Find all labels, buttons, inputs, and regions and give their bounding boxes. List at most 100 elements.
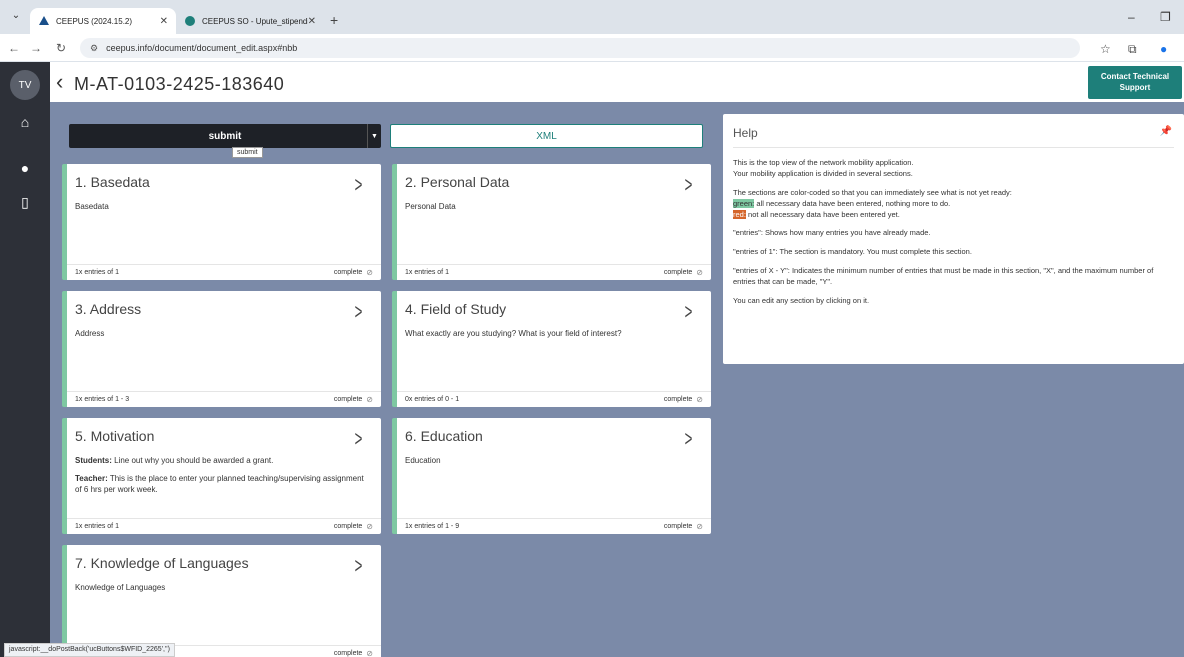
submit-label: submit: [208, 130, 242, 142]
card-title: 2. Personal Data: [405, 174, 510, 190]
user-icon[interactable]: ●: [0, 160, 50, 176]
card-description: Students: Line out why you should be awa…: [75, 455, 365, 496]
chevron-right-icon[interactable]: >: [355, 172, 363, 198]
check-circle-icon: ⊘: [696, 522, 703, 531]
section-card-motivation[interactable]: 5. Motivation > Students: Line out why y…: [62, 418, 381, 534]
app-sidebar: TV ⌂ ● ▯: [0, 62, 50, 657]
new-tab-icon[interactable]: +: [330, 12, 338, 28]
entries-count: 1x entries of 1: [405, 269, 449, 276]
minimize-icon[interactable]: –: [1128, 10, 1135, 24]
help-text: "entries of 1": The section is mandatory…: [733, 247, 972, 257]
section-card-languages[interactable]: 7. Knowledge of Languages > Knowledge of…: [62, 545, 381, 657]
help-text: "entries": Shows how many entries you ha…: [733, 228, 931, 238]
card-footer: 1x entries of 1 complete ⊘: [67, 264, 381, 280]
sharepoint-favicon-icon: [184, 15, 196, 27]
students-text: Line out why you should be awarded a gra…: [111, 456, 274, 465]
bookmark-star-icon[interactable]: ☆: [1100, 42, 1111, 56]
chevron-right-icon[interactable]: >: [355, 553, 363, 579]
help-body: This is the top view of the network mobi…: [733, 158, 1173, 315]
chevron-right-icon[interactable]: >: [355, 299, 363, 325]
entries-count: 1x entries of 1 - 3: [75, 396, 130, 403]
help-title: Help: [733, 126, 758, 140]
card-description: Personal Data: [405, 202, 456, 211]
browser-tab-ceepus[interactable]: CEEPUS (2024.15.2) ✕: [30, 8, 176, 34]
url-field[interactable]: ⚙ ceepus.info/document/document_edit.asp…: [80, 38, 1080, 58]
card-footer: 1x entries of 1 complete ⊘: [397, 264, 711, 280]
chevron-right-icon[interactable]: >: [685, 299, 693, 325]
forward-arrow-icon[interactable]: →: [30, 41, 42, 55]
site-settings-icon[interactable]: ⚙: [90, 43, 98, 54]
submit-tooltip: submit: [232, 147, 263, 158]
status-label: complete: [663, 523, 693, 530]
red-tag: red:: [733, 209, 746, 219]
contact-support-button[interactable]: Contact Technical Support: [1088, 66, 1182, 99]
ceepus-favicon-icon: [38, 15, 50, 27]
card-footer: 1x entries of 1 complete ⊘: [67, 518, 381, 534]
teacher-text: This is the place to enter your planned …: [75, 473, 364, 495]
card-description: Basedata: [75, 202, 109, 211]
chevron-right-icon[interactable]: >: [685, 172, 693, 198]
card-footer: 1x entries of 1 - 3 complete ⊘: [67, 391, 381, 407]
green-tag: green:: [733, 198, 755, 208]
help-text: not all necessary data have been entered…: [745, 209, 900, 219]
card-title: 6. Education: [405, 428, 483, 444]
chevron-right-icon[interactable]: >: [685, 426, 693, 452]
back-chevron-icon[interactable]: ‹: [56, 69, 63, 95]
status-label: complete: [663, 396, 693, 403]
card-description: Education: [405, 456, 441, 465]
chevron-right-icon[interactable]: >: [355, 426, 363, 452]
card-title: 3. Address: [75, 301, 142, 317]
chevron-down-icon[interactable]: ▼: [367, 124, 381, 148]
card-footer: 0x entries of 0 - 1 complete ⊘: [397, 391, 711, 407]
entries-count: 1x entries of 1: [75, 269, 119, 276]
browser-status-url: javascript:__doPostBack('ucButtons$WFID_…: [4, 643, 175, 657]
section-card-education[interactable]: 6. Education > Education 1x entries of 1…: [392, 418, 711, 534]
app-header: ‹ M-AT-0103-2425-183640 Contact Technica…: [50, 62, 1184, 102]
card-title: 1. Basedata: [75, 174, 150, 190]
extensions-icon[interactable]: ⧉: [1128, 42, 1137, 57]
card-description: Address: [75, 329, 105, 338]
card-footer: 1x entries of 1 - 9 complete ⊘: [397, 518, 711, 534]
tab-search-icon[interactable]: ⌄: [8, 10, 24, 26]
support-label-line1: Contact Technical: [1100, 72, 1170, 82]
xml-button[interactable]: XML: [390, 124, 703, 148]
check-circle-icon: ⊘: [366, 268, 373, 277]
submit-button[interactable]: submit ▼: [69, 124, 381, 148]
tab-title: CEEPUS SO - Upute_stipendisti: [202, 16, 308, 26]
browser-tab-bar: ⌄ CEEPUS (2024.15.2) ✕ CEEPUS SO - Upute…: [0, 0, 1184, 34]
students-label: Students:: [75, 456, 112, 465]
entries-count: 0x entries of 0 - 1: [405, 396, 460, 403]
entries-count: 1x entries of 1: [75, 523, 119, 530]
help-text: "entries of X - Y": Indicates the minimu…: [733, 266, 1154, 286]
section-card-field-of-study[interactable]: 4. Field of Study > What exactly are you…: [392, 291, 711, 407]
card-title: 7. Knowledge of Languages: [75, 555, 249, 571]
section-card-basedata[interactable]: 1. Basedata > Basedata 1x entries of 1 c…: [62, 164, 381, 280]
divider: [733, 147, 1174, 148]
browser-tab-upute[interactable]: CEEPUS SO - Upute_stipendisti ✕: [176, 8, 324, 34]
back-arrow-icon[interactable]: ←: [8, 41, 20, 55]
url-text: ceepus.info/document/document_edit.aspx#…: [106, 43, 298, 53]
page-title: M-AT-0103-2425-183640: [74, 74, 285, 94]
pin-icon[interactable]: 📌: [1160, 126, 1172, 137]
tab-title: CEEPUS (2024.15.2): [56, 16, 133, 26]
close-tab-icon[interactable]: ✕: [308, 16, 316, 27]
home-icon[interactable]: ⌂: [0, 114, 50, 130]
avatar[interactable]: TV: [10, 70, 40, 100]
support-label-line2: Support: [1119, 82, 1151, 92]
status-label: complete: [333, 396, 363, 403]
section-card-personal-data[interactable]: 2. Personal Data > Personal Data 1x entr…: [392, 164, 711, 280]
browser-address-bar: ← → ↻ ⚙ ceepus.info/document/document_ed…: [0, 34, 1184, 62]
document-icon[interactable]: ▯: [0, 194, 50, 211]
restore-icon[interactable]: ❐: [1160, 10, 1171, 24]
section-card-address[interactable]: 3. Address > Address 1x entries of 1 - 3…: [62, 291, 381, 407]
reload-icon[interactable]: ↻: [56, 41, 66, 55]
card-description: What exactly are you studying? What is y…: [405, 329, 622, 338]
close-tab-icon[interactable]: ✕: [160, 16, 168, 27]
help-text: This is the top view of the network mobi…: [733, 158, 914, 167]
check-circle-icon: ⊘: [366, 649, 373, 657]
check-circle-icon: ⊘: [696, 395, 703, 404]
teacher-label: Teacher:: [75, 473, 108, 483]
profile-icon[interactable]: ●: [1160, 42, 1167, 56]
card-title: 4. Field of Study: [405, 301, 507, 317]
check-circle-icon: ⊘: [366, 522, 373, 531]
